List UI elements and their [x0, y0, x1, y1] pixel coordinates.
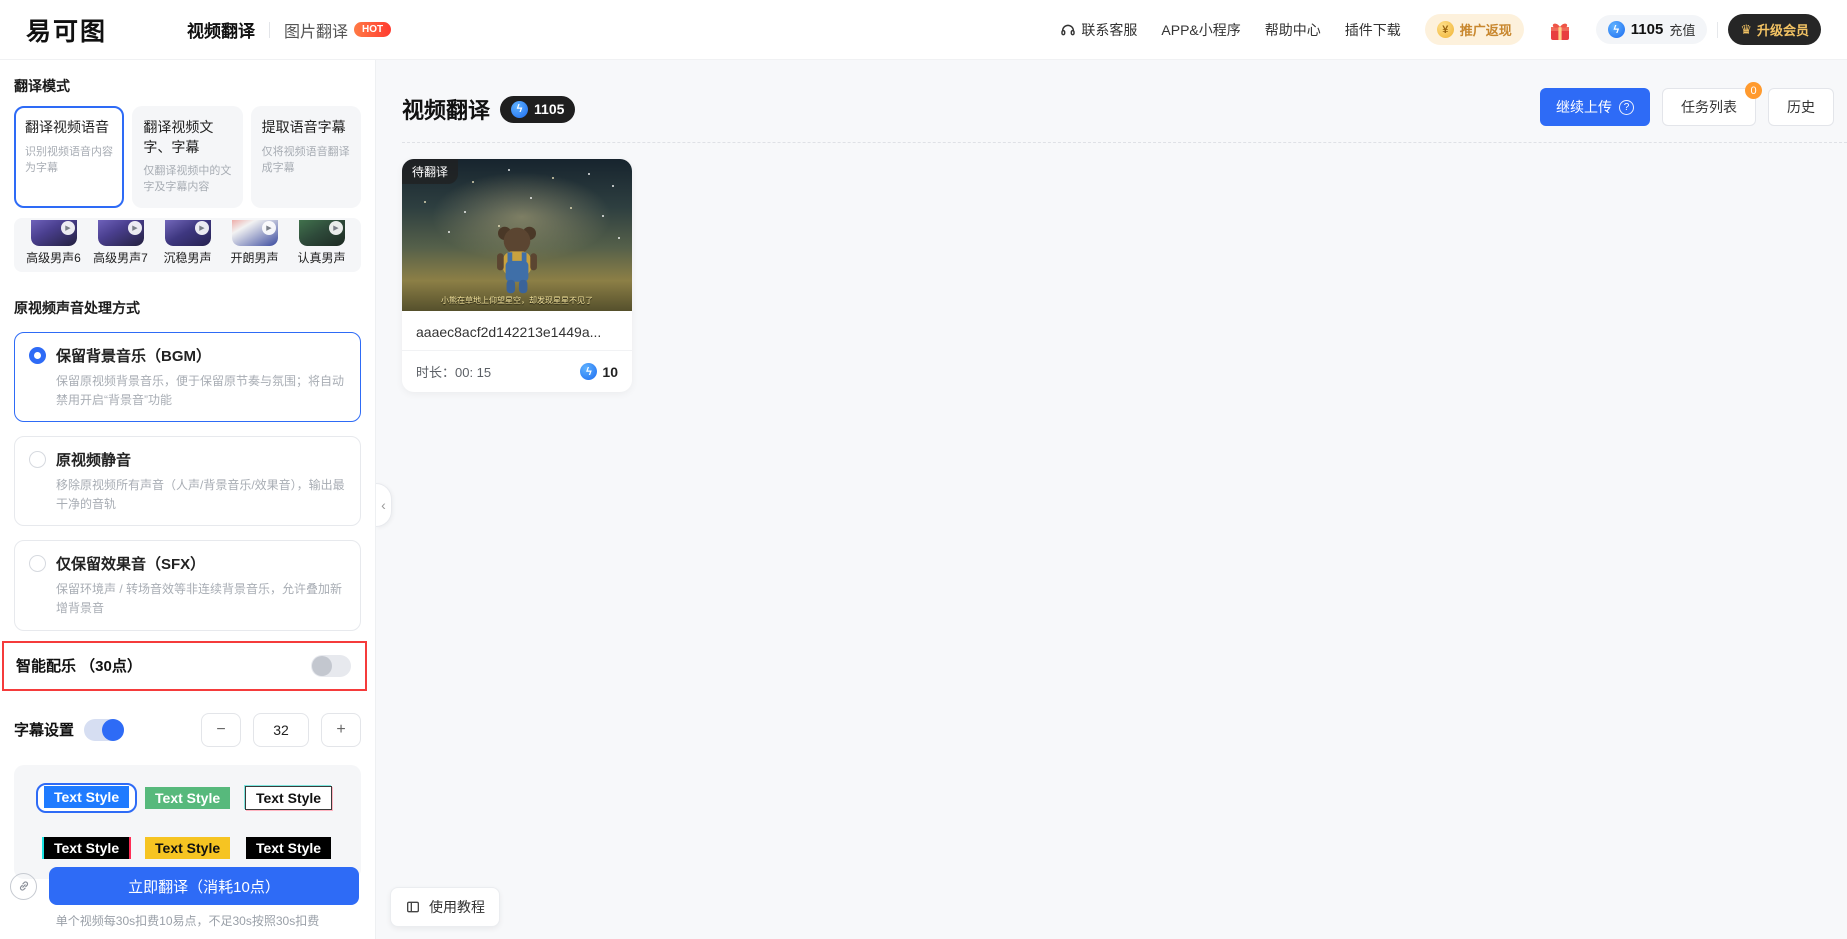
- voice-list: 高级男声6 高级男声7 沉稳男声 开朗男声 认真男声: [14, 218, 361, 273]
- headset-icon: [1061, 24, 1076, 35]
- gift-icon[interactable]: [1548, 18, 1572, 42]
- video-subtitle-caption: 小熊在草地上仰望星空，却发现星星不见了: [441, 296, 593, 305]
- play-icon[interactable]: [194, 221, 209, 236]
- history-button[interactable]: 历史: [1768, 88, 1834, 126]
- vip-crown-icon: ♛: [1740, 21, 1752, 37]
- subtitle-settings-label: 字幕设置: [14, 722, 75, 740]
- lightning-coin-icon: [1607, 21, 1625, 38]
- top-navbar: 易可图 视频翻译 图片翻译 HOT 联系客服 APP&小程序 帮助中心 插件下载…: [0, 0, 1847, 60]
- app-miniprogram-link[interactable]: APP&小程序: [1161, 20, 1240, 40]
- play-icon[interactable]: [328, 221, 343, 236]
- font-size-increase-button[interactable]: +: [321, 712, 361, 747]
- voice-item[interactable]: 认真男声: [288, 220, 355, 266]
- billing-note: 单个视频每30s扣费10易点，不足30s按照30s扣费: [55, 914, 320, 928]
- smart-music-toggle[interactable]: [311, 654, 351, 677]
- status-badge: 待翻译: [402, 159, 459, 184]
- font-size-stepper: − 32 +: [201, 712, 361, 747]
- help-center-link[interactable]: 帮助中心: [1265, 20, 1321, 40]
- navbar-right: 联系客服 APP&小程序 帮助中心 插件下载 ¥ 推广返现 1105 充值: [1060, 14, 1821, 45]
- main-content: 视频翻译 1105 继续上传 任务列表 0 历史: [376, 60, 1847, 939]
- upgrade-vip-button[interactable]: ♛ 升级会员: [1728, 14, 1821, 45]
- promo-cashback-pill[interactable]: ¥ 推广返现: [1424, 14, 1524, 45]
- tutorial-icon: [407, 901, 419, 913]
- audio-option-keep-bgm[interactable]: 保留背景音乐（BGM） 保留原视频背景音乐，便于保留原节奏与氛围；将自动禁用开启…: [14, 332, 361, 423]
- teddy-bear-illustration: [497, 226, 537, 294]
- balance-group: 1105 充值 ♛ 升级会员: [1595, 14, 1821, 45]
- settings-sidebar: 翻译模式 翻译视频语音 识别视频语音内容为字幕 翻译视频文字、字幕 仅翻译视频中…: [0, 60, 376, 939]
- audio-option-sfx-only[interactable]: 仅保留效果音（SFX） 保留环境声 / 转场音效等非连续背景音乐，允许叠加新增背…: [14, 540, 361, 631]
- help-icon: [1619, 99, 1634, 115]
- main-header: 视频翻译 1105: [402, 93, 576, 125]
- voice-item[interactable]: 沉稳男声: [154, 220, 221, 266]
- radio-icon[interactable]: [29, 451, 46, 469]
- mode-card-translate-text[interactable]: 翻译视频文字、字幕 仅翻译视频中的文字及字幕内容: [132, 106, 243, 209]
- toggle-knob: [312, 655, 332, 676]
- divider: [1717, 21, 1719, 38]
- balance-amount: 1105: [1630, 21, 1664, 38]
- font-size-decrease-button[interactable]: −: [201, 712, 241, 747]
- video-card-footer: 时长：00: 15 10: [402, 350, 632, 392]
- radio-checked-icon[interactable]: [29, 347, 46, 365]
- text-style-option-green[interactable]: Text Style: [145, 786, 231, 809]
- font-size-value[interactable]: 32: [253, 712, 309, 747]
- link-icon[interactable]: [10, 872, 37, 900]
- text-style-panel: Text Style Text Style Text Style Text St…: [14, 764, 361, 879]
- voice-item[interactable]: 高级男声7: [87, 220, 154, 266]
- text-style-option-glitch[interactable]: Text Style: [44, 836, 130, 859]
- nav-tabs: 视频翻译 图片翻译 HOT: [187, 17, 392, 42]
- smart-music-label: 智能配乐 （30点）: [16, 658, 142, 676]
- translate-now-button[interactable]: 立即翻译（消耗10点）: [49, 867, 359, 905]
- text-style-option-outline[interactable]: Text Style: [244, 785, 333, 810]
- play-icon[interactable]: [261, 221, 276, 236]
- header-divider: [402, 142, 1847, 143]
- tab-image-translate-label: 图片翻译: [284, 23, 349, 41]
- balance-recharge-pill[interactable]: 1105 充值: [1595, 15, 1708, 44]
- voice-item[interactable]: 开朗男声: [221, 220, 288, 266]
- audio-option-mute[interactable]: 原视频静音 移除原视频所有声音（人声/背景音乐/效果音），输出最干净的音轨: [14, 436, 361, 527]
- play-icon[interactable]: [60, 221, 75, 236]
- subtitle-toggle[interactable]: [84, 718, 125, 741]
- tab-divider: [269, 21, 271, 38]
- tutorial-button[interactable]: 使用教程: [390, 887, 500, 927]
- toggle-knob: [102, 718, 125, 741]
- task-list-button[interactable]: 任务列表 0: [1662, 82, 1762, 126]
- mode-card-extract-subtitles[interactable]: 提取语音字幕 仅将视频语音翻译成字幕: [250, 106, 361, 209]
- recharge-label[interactable]: 充值: [1669, 20, 1695, 39]
- mode-cards: 翻译视频语音 识别视频语音内容为字幕 翻译视频文字、字幕 仅翻译视频中的文字及字…: [14, 106, 361, 209]
- translate-action-row: 立即翻译（消耗10点）: [10, 867, 359, 905]
- plugin-download-link[interactable]: 插件下载: [1345, 20, 1401, 40]
- header-buttons: 继续上传 任务列表 0 历史: [1540, 82, 1834, 126]
- gold-coin-icon: ¥: [1436, 21, 1454, 38]
- video-task-card[interactable]: 待翻译 小熊在草地上仰望星空，却发现星星不见了 aaaec8acf2d14221…: [402, 159, 632, 392]
- audio-section-title: 原视频声音处理方式: [14, 300, 140, 317]
- hot-badge: HOT: [354, 22, 392, 37]
- brand-logo: 易可图: [26, 17, 108, 46]
- video-duration: 时长：00: 15: [416, 365, 492, 380]
- text-style-option-black[interactable]: Text Style: [245, 836, 332, 859]
- smart-music-highlight-box: 智能配乐 （30点）: [2, 640, 367, 691]
- page-title: 视频翻译: [402, 98, 491, 123]
- lightning-coin-icon: [511, 100, 529, 118]
- mode-card-translate-speech[interactable]: 翻译视频语音 识别视频语音内容为字幕: [14, 106, 125, 209]
- text-style-option-yellow[interactable]: Text Style: [145, 836, 231, 859]
- voice-item[interactable]: 高级男声6: [20, 220, 87, 266]
- tab-video-translate[interactable]: 视频翻译: [187, 17, 255, 42]
- task-count-badge: 0: [1745, 82, 1762, 99]
- continue-upload-button[interactable]: 继续上传: [1540, 88, 1650, 126]
- mode-section-title: 翻译模式: [14, 78, 70, 94]
- sidebar-collapse-handle[interactable]: [376, 483, 392, 527]
- video-filename: aaaec8acf2d142213e1449a...: [416, 324, 602, 340]
- subtitle-settings-row: 字幕设置 − 32 +: [14, 712, 361, 747]
- text-style-option-blue-selected[interactable]: Text Style: [36, 782, 138, 813]
- video-cost: 10: [580, 363, 618, 380]
- radio-icon[interactable]: [29, 555, 46, 573]
- play-icon[interactable]: [127, 221, 142, 236]
- contact-support-link[interactable]: 联系客服: [1060, 20, 1137, 40]
- balance-badge: 1105: [500, 95, 576, 123]
- app-window: 易可图 视频翻译 图片翻译 HOT 联系客服 APP&小程序 帮助中心 插件下载…: [0, 0, 1847, 939]
- tab-image-translate[interactable]: 图片翻译 HOT: [284, 18, 392, 42]
- video-thumbnail[interactable]: 待翻译 小熊在草地上仰望星空，却发现星星不见了: [402, 159, 632, 311]
- lightning-coin-icon: [580, 363, 598, 380]
